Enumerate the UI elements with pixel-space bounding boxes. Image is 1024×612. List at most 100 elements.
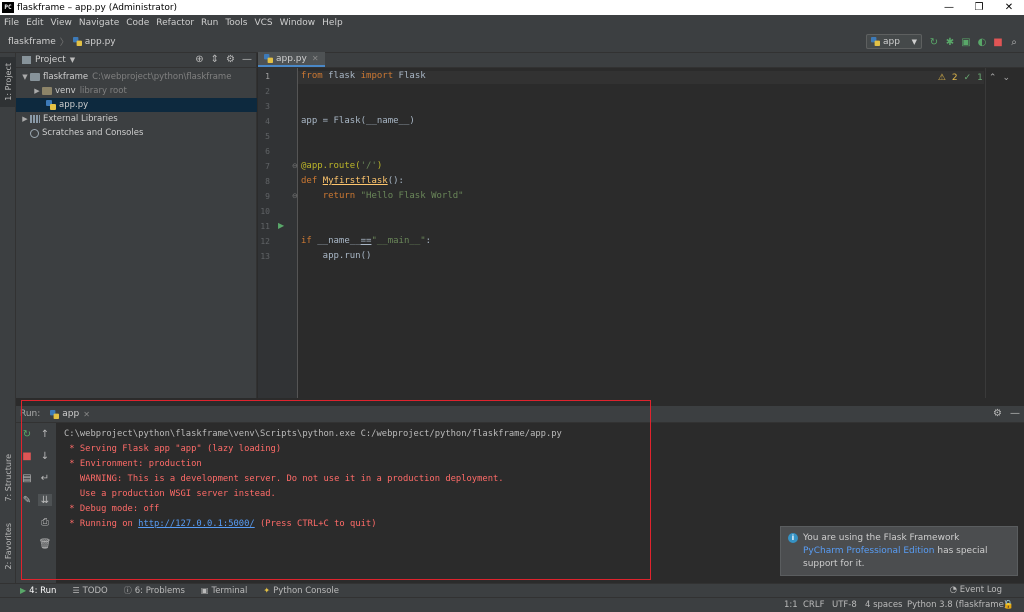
tree-item-external-libraries[interactable]: ▶ External Libraries (16, 112, 257, 126)
run-icon: ▶ (20, 586, 27, 595)
notification-body: PyCharm Professional Edition has special (803, 546, 988, 556)
hide-panel-icon[interactable]: — (242, 54, 252, 65)
inspection-widget[interactable]: ⚠ 2 ✓ 1 ⌃ ⌄ (938, 73, 1010, 83)
locate-file-icon[interactable]: ⊕ (195, 54, 203, 65)
breadcrumb-file[interactable]: app.py (85, 37, 116, 47)
chevron-up-icon[interactable]: ⌃ (989, 73, 997, 83)
tree-item-flaskframe[interactable]: ▼ flaskframe C:\webproject\python\flaskf… (16, 70, 257, 84)
check-icon: ✓ (963, 73, 972, 83)
event-log-icon: ◔ (949, 585, 958, 595)
line-number: 5 (265, 132, 270, 141)
breadcrumb-separator: 〉 (59, 38, 69, 48)
chevron-down-icon[interactable]: ▼ (20, 73, 30, 81)
notification-title: You are using the Flask Framework (803, 533, 960, 543)
weak-warning-count: 1 (977, 73, 983, 83)
menu-vcs[interactable]: VCS (254, 18, 272, 28)
file-encoding[interactable]: UTF-8 (832, 600, 857, 610)
line-number: 2 (265, 87, 270, 96)
fold-icon[interactable]: ⊖ (292, 192, 298, 200)
title-bar: PC flaskframe – app.py (Administrator) —… (0, 0, 1024, 15)
line-number: 4 (265, 117, 270, 126)
line-separator[interactable]: CRLF (803, 600, 824, 610)
menu-bar: File Edit View Navigate Code Refactor Ru… (0, 15, 1024, 31)
maximize-button[interactable]: ❐ (964, 0, 994, 15)
menu-navigate[interactable]: Navigate (79, 18, 119, 28)
rerun-icon[interactable]: ↻ (928, 36, 940, 48)
stop-icon[interactable]: ■ (992, 36, 1004, 48)
right-margin-guide (985, 68, 986, 398)
code-area[interactable]: from flask import Flask app = Flask(__na… (301, 68, 984, 398)
tool-window-bar: ▶ 4: Run ☰ TODO ⓘ 6: Problems ▣ Terminal… (0, 583, 1024, 597)
code-line: return "Hello Flask World" (322, 191, 464, 201)
gear-icon[interactable]: ⚙ (993, 408, 1002, 419)
menu-window[interactable]: Window (280, 18, 316, 28)
chevron-right-icon[interactable]: ▶ (32, 87, 42, 95)
project-view-selector[interactable]: Project (35, 55, 66, 65)
highlight-box (21, 400, 651, 580)
indent-setting[interactable]: 4 spaces (865, 600, 902, 610)
tool-tab-todo[interactable]: ☰ TODO (72, 586, 107, 596)
menu-file[interactable]: File (4, 18, 19, 28)
info-icon: i (788, 533, 798, 543)
run-config-label: app (883, 36, 900, 47)
menu-code[interactable]: Code (126, 18, 149, 28)
debug-icon[interactable]: ✱ (944, 36, 956, 48)
search-everywhere-icon[interactable]: ⌕ (1008, 36, 1020, 48)
code-editor: app.py ✕ 1 2 3 4 5 6 7 8 9 10 11 12 13 ▶… (258, 52, 1024, 398)
tool-tab-favorites[interactable]: 2: Favorites (0, 515, 16, 577)
tool-tab-terminal[interactable]: ▣ Terminal (201, 586, 247, 596)
close-tab-icon[interactable]: ✕ (312, 54, 319, 63)
profile-icon[interactable]: ◐ (976, 36, 988, 48)
chevron-down-icon[interactable]: ▼ (70, 56, 75, 64)
tool-tab-event-log[interactable]: ◔ Event Log (950, 585, 1002, 595)
editor-tabs: app.py ✕ (258, 52, 1024, 68)
folder-icon (42, 87, 52, 95)
library-icon (30, 115, 40, 123)
breadcrumb-project[interactable]: flaskframe (8, 37, 56, 47)
list-icon: ☰ (72, 586, 80, 595)
menu-help[interactable]: Help (322, 18, 343, 28)
python-file-icon (264, 54, 273, 63)
run-configuration-selector[interactable]: app ▼ (866, 34, 922, 49)
menu-edit[interactable]: Edit (26, 18, 43, 28)
run-gutter-icon[interactable]: ▶ (278, 221, 284, 230)
code-line: @app.route('/') (301, 161, 383, 171)
warning-icon: ⚠ (937, 73, 946, 83)
tree-item-venv[interactable]: ▶ venv library root (16, 84, 257, 98)
tab-app-py[interactable]: app.py ✕ (258, 52, 325, 67)
line-number-gutter: 1 2 3 4 5 6 7 8 9 10 11 12 13 ▶ ⊖ ⊖ (258, 68, 298, 398)
python-interpreter[interactable]: Python 3.8 (flaskframe) (907, 600, 1007, 610)
hide-panel-icon[interactable]: — (1010, 408, 1020, 419)
menu-tools[interactable]: Tools (225, 18, 247, 28)
pycharm-professional-link[interactable]: PyCharm Professional Edition (803, 546, 935, 556)
folder-icon (30, 73, 40, 81)
tool-tab-project[interactable]: 1: Project (0, 57, 16, 107)
python-console-icon: ✦ (263, 586, 271, 595)
tool-tab-python-console[interactable]: ✦ Python Console (263, 586, 339, 596)
tree-item-scratches[interactable]: Scratches and Consoles (16, 126, 257, 140)
tool-tab-problems[interactable]: ⓘ 6: Problems (124, 585, 185, 596)
lock-icon[interactable]: 🔒 (1003, 600, 1014, 610)
chevron-down-icon[interactable]: ⌄ (1002, 73, 1010, 83)
close-button[interactable]: ✕ (994, 0, 1024, 15)
line-number: 8 (265, 177, 270, 186)
minimize-button[interactable]: — (934, 0, 964, 15)
problems-icon: ⓘ (123, 586, 132, 595)
python-file-icon (46, 100, 56, 110)
gear-icon[interactable]: ⚙ (226, 54, 235, 65)
tool-tab-structure[interactable]: 7: Structure (0, 448, 16, 508)
menu-view[interactable]: View (51, 18, 72, 28)
flask-notification: i You are using the Flask Framework PyCh… (780, 526, 1018, 576)
caret-position[interactable]: 1:1 (784, 600, 798, 610)
collapse-all-icon[interactable]: ⇕ (211, 54, 219, 65)
line-number: 12 (260, 237, 270, 246)
menu-run[interactable]: Run (201, 18, 218, 28)
line-number: 10 (260, 207, 270, 216)
chevron-right-icon[interactable]: ▶ (20, 115, 30, 123)
coverage-icon[interactable]: ▣ (960, 36, 972, 48)
fold-icon[interactable]: ⊖ (292, 162, 298, 170)
line-number: 1 (265, 72, 270, 81)
tree-item-app-py[interactable]: app.py (16, 98, 257, 112)
tool-tab-run[interactable]: ▶ 4: Run (20, 586, 56, 596)
menu-refactor[interactable]: Refactor (156, 18, 194, 28)
